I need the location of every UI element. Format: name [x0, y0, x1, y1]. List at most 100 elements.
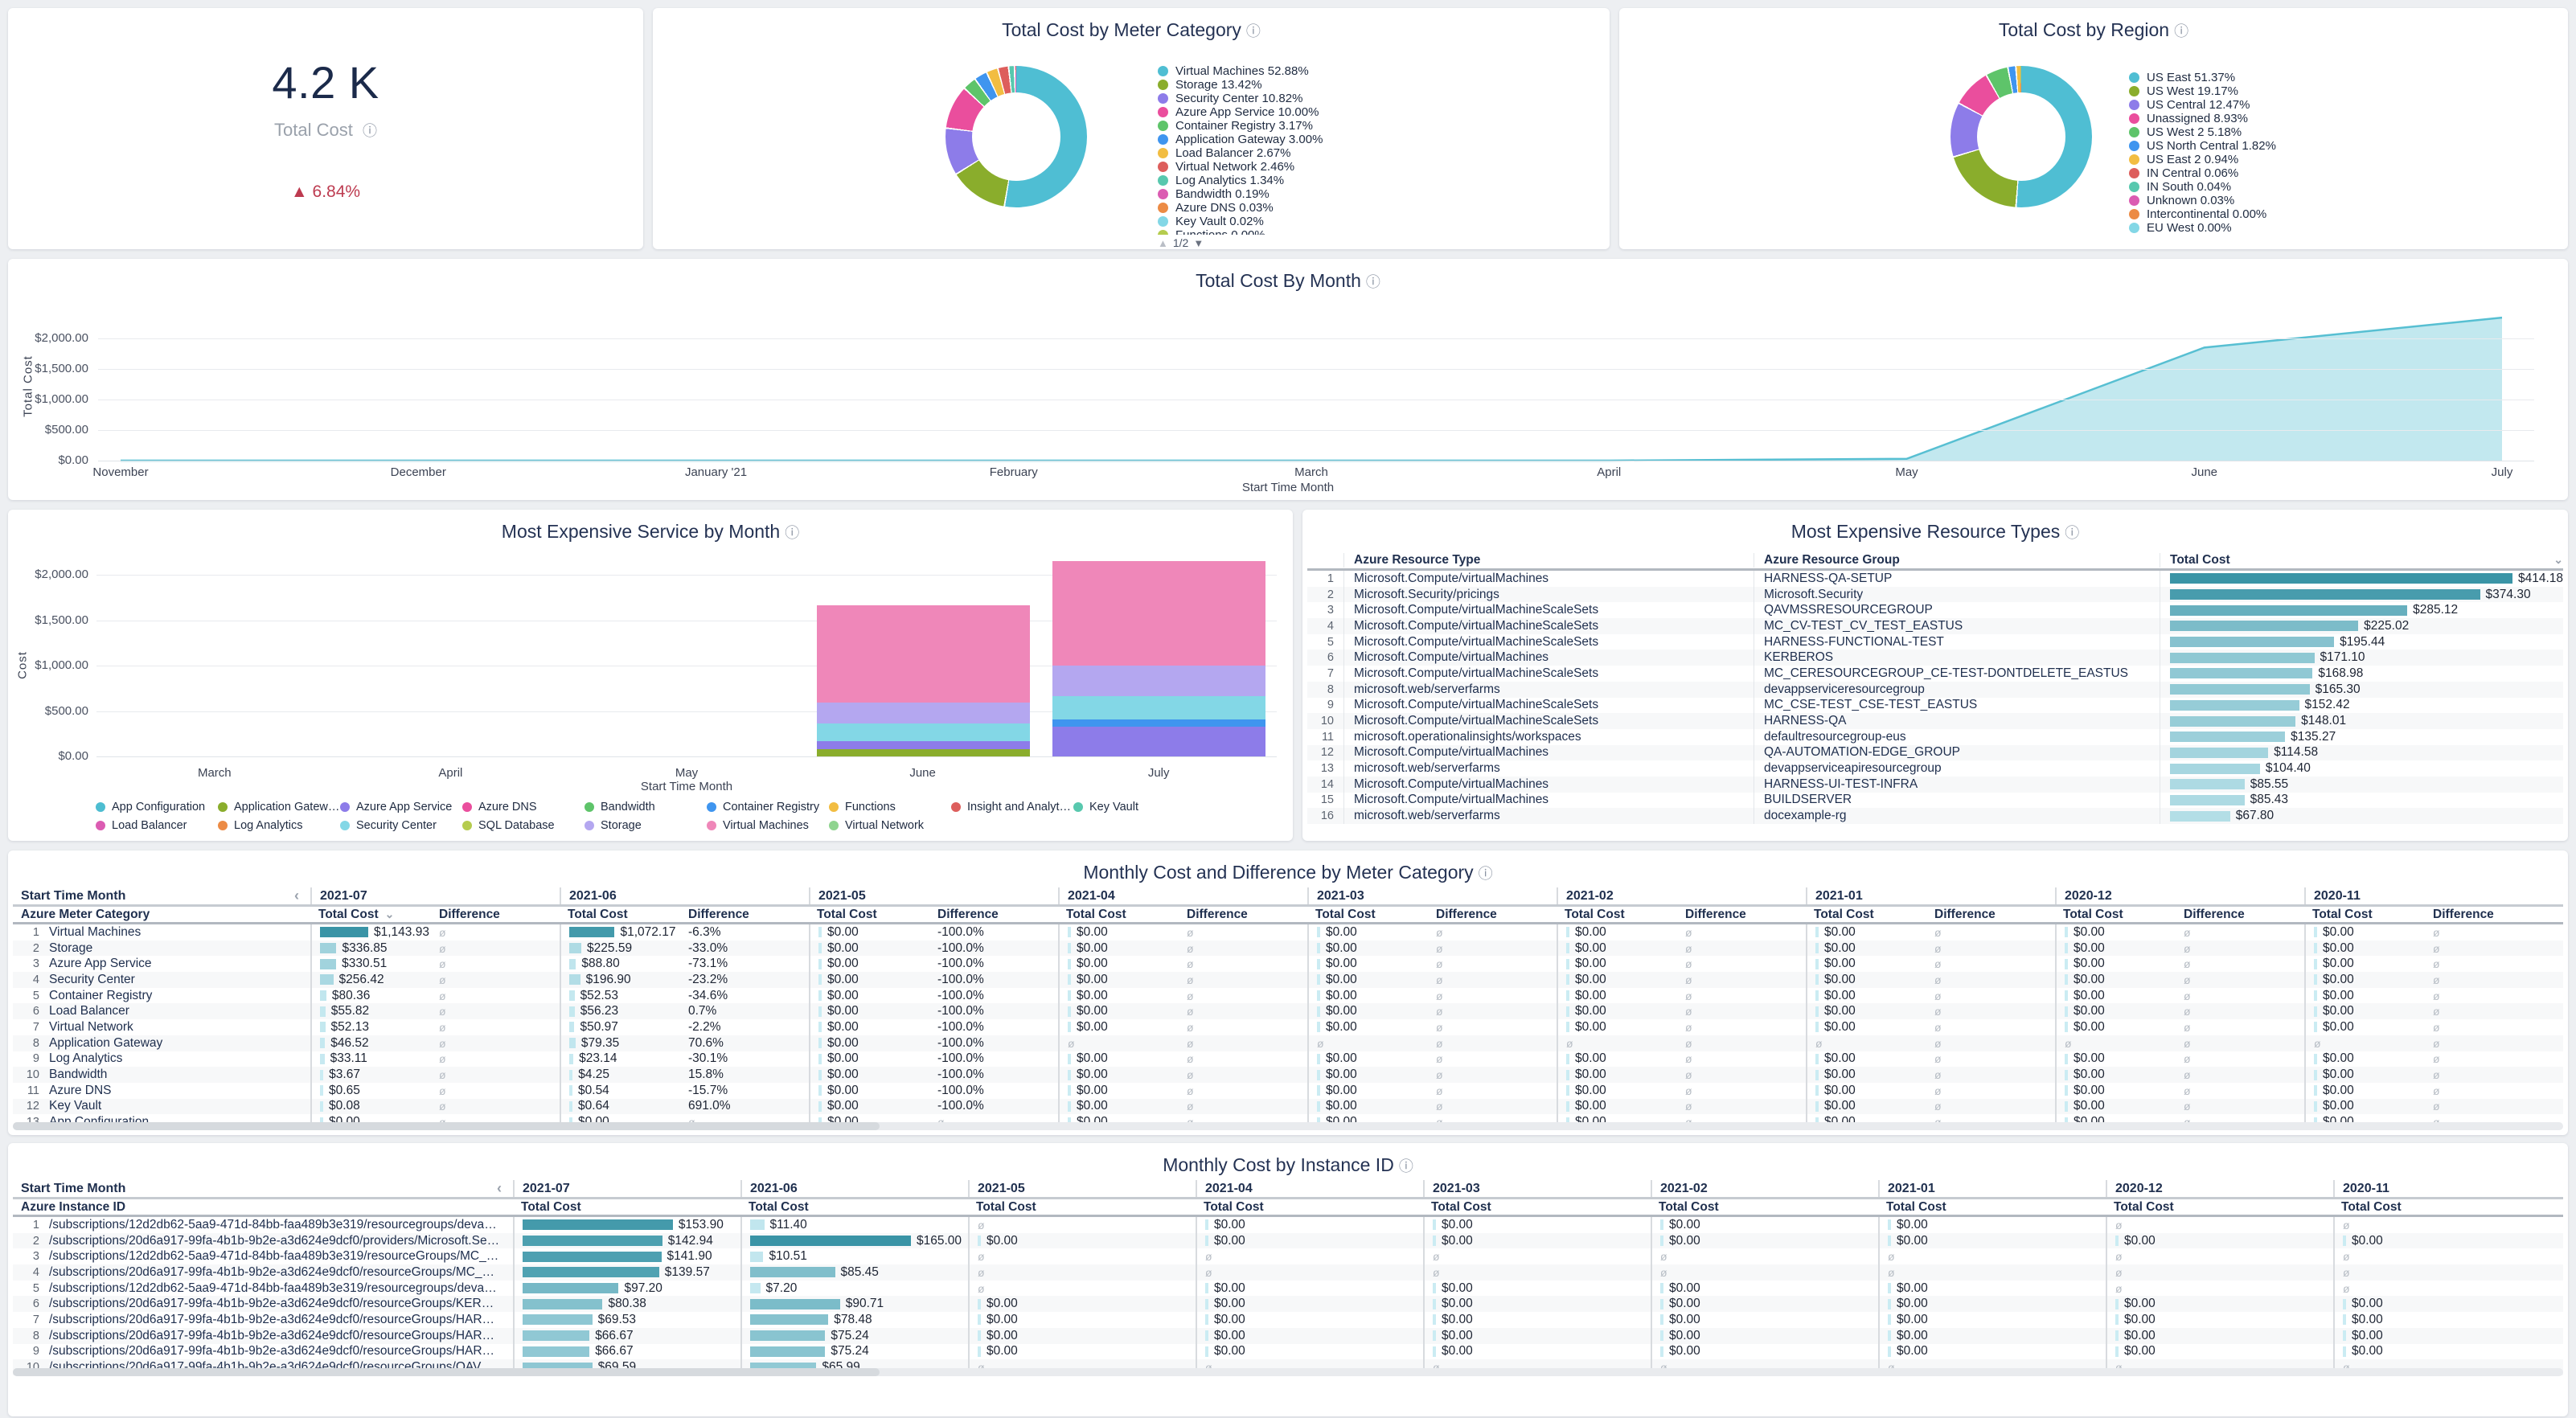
- difference-header[interactable]: Difference: [1179, 907, 1307, 922]
- cost-bar[interactable]: [1317, 927, 1320, 937]
- cost-bar[interactable]: [750, 1346, 825, 1357]
- cost-bar[interactable]: [1566, 927, 1569, 937]
- table-row[interactable]: 8/subscriptions/20d6a917-99fa-4b1b-9b2e-…: [13, 1328, 2563, 1344]
- cost-bar[interactable]: [320, 1101, 323, 1112]
- total-cost-header[interactable]: Total Cost: [1196, 1199, 1423, 1215]
- cost-bar[interactable]: [818, 1070, 822, 1080]
- legend-item[interactable]: EU West 0.00%: [2129, 221, 2467, 235]
- cost-bar[interactable]: [1205, 1314, 1208, 1325]
- legend-item[interactable]: US East 51.37%: [2129, 71, 2467, 84]
- month-header[interactable]: 2020-12: [2055, 887, 2304, 904]
- cost-bar[interactable]: [2314, 1054, 2317, 1064]
- cost-bar[interactable]: [1205, 1219, 1208, 1230]
- cost-bar[interactable]: [1888, 1219, 1891, 1230]
- cost-bar[interactable]: [1433, 1236, 1436, 1246]
- cost-bar[interactable]: [1815, 974, 1819, 985]
- cost-bar[interactable]: [1815, 959, 1819, 969]
- table-row[interactable]: 9Microsoft.Compute/virtualMachineScaleSe…: [1307, 698, 2563, 714]
- scrollbar-thumb[interactable]: [13, 1368, 880, 1376]
- difference-header[interactable]: Difference: [2176, 907, 2304, 922]
- legend-item[interactable]: US East 2 0.94%: [2129, 153, 2467, 166]
- table-row[interactable]: 4Microsoft.Compute/virtualMachineScaleSe…: [1307, 618, 2563, 634]
- cost-bar[interactable]: [569, 1006, 575, 1017]
- total-cost-header[interactable]: Total Cost: [2106, 1199, 2333, 1215]
- legend-item[interactable]: Unknown 0.03%: [2129, 194, 2467, 207]
- cost-bar[interactable]: [1068, 1054, 1071, 1064]
- cost-bar[interactable]: [750, 1330, 825, 1341]
- info-icon[interactable]: ⓘ: [1399, 1158, 1413, 1174]
- cost-bar[interactable]: [2065, 1054, 2068, 1064]
- legend-item[interactable]: Unassigned 8.93%: [2129, 112, 2467, 125]
- legend-item[interactable]: Load Balancer: [96, 819, 218, 832]
- cost-bar[interactable]: [2343, 1330, 2346, 1341]
- info-icon[interactable]: ⓘ: [1479, 866, 1493, 882]
- table-row[interactable]: 2/subscriptions/20d6a917-99fa-4b1b-9b2e-…: [13, 1233, 2563, 1249]
- legend-item[interactable]: Log Analytics 1.34%: [1158, 174, 1495, 187]
- legend-item[interactable]: Security Center 10.82%: [1158, 92, 1495, 105]
- cost-bar[interactable]: [2115, 1346, 2119, 1357]
- difference-header[interactable]: Difference: [1926, 907, 2055, 922]
- bar-segment[interactable]: [817, 723, 1030, 741]
- table-row[interactable]: 7/subscriptions/20d6a917-99fa-4b1b-9b2e-…: [13, 1312, 2563, 1328]
- cost-bar[interactable]: [818, 959, 822, 969]
- table-row[interactable]: 12Key Vault$0.08ø$0.64691.0%$0.00-100.0%…: [13, 1099, 2563, 1115]
- month-header[interactable]: 2021-07: [310, 887, 560, 904]
- cost-bar[interactable]: [1566, 1070, 1569, 1080]
- table-row[interactable]: 5/subscriptions/12d2db62-5aa9-471d-84bb-…: [13, 1281, 2563, 1297]
- total-cost-header[interactable]: Total Cost: [968, 1199, 1196, 1215]
- legend-item[interactable]: Azure App Service: [340, 801, 462, 814]
- legend-item[interactable]: Functions: [829, 801, 951, 814]
- cost-bar[interactable]: [1068, 927, 1071, 937]
- prev-month-chevron-icon[interactable]: ‹: [294, 887, 299, 904]
- cost-bar[interactable]: [2065, 990, 2068, 1001]
- legend-item[interactable]: Bandwidth: [585, 801, 707, 814]
- cost-bar[interactable]: [1566, 943, 1569, 953]
- cost-bar[interactable]: [1566, 959, 1569, 969]
- stacked-bar-plot[interactable]: $2,000.00$1,500.00$1,000.00$500.00$0.00M…: [96, 558, 1277, 756]
- legend-item[interactable]: US West 2 5.18%: [2129, 125, 2467, 139]
- table-row[interactable]: 12Microsoft.Compute/virtualMachinesQA-AU…: [1307, 745, 2563, 761]
- page-down-icon[interactable]: ▼: [1193, 237, 1204, 249]
- cost-bar[interactable]: [2170, 653, 2315, 663]
- cost-bar[interactable]: [2065, 1006, 2068, 1017]
- cost-bar[interactable]: [2065, 974, 2068, 985]
- legend-item[interactable]: Storage: [585, 819, 707, 832]
- cost-bar[interactable]: [2065, 1070, 2068, 1080]
- cost-bar[interactable]: [1660, 1299, 1663, 1309]
- cost-bar[interactable]: [1815, 1054, 1819, 1064]
- sort-chevron-icon[interactable]: ⌄: [385, 908, 395, 921]
- bar-segment[interactable]: [817, 605, 1030, 703]
- cost-bar[interactable]: [2314, 974, 2317, 985]
- table-row[interactable]: 11Azure DNS$0.65ø$0.54-15.7%$0.00-100.0%…: [13, 1083, 2563, 1099]
- difference-header[interactable]: Difference: [2425, 907, 2553, 922]
- cost-bar[interactable]: [1317, 1006, 1320, 1017]
- cost-bar[interactable]: [2170, 748, 2268, 758]
- month-header[interactable]: 2021-07: [513, 1180, 740, 1197]
- cost-bar[interactable]: [2115, 1314, 2119, 1325]
- cost-bar[interactable]: [2170, 668, 2312, 678]
- bar-segment[interactable]: [817, 741, 1030, 749]
- cost-bar[interactable]: [2314, 1101, 2317, 1112]
- cost-bar[interactable]: [523, 1346, 589, 1357]
- cost-bar[interactable]: [2314, 990, 2317, 1001]
- cost-bar[interactable]: [320, 943, 336, 953]
- cost-bar[interactable]: [1660, 1236, 1663, 1246]
- cost-bar[interactable]: [523, 1267, 659, 1277]
- cost-bar[interactable]: [978, 1314, 981, 1325]
- cost-bar[interactable]: [1815, 1085, 1819, 1096]
- cost-bar[interactable]: [1888, 1330, 1891, 1341]
- difference-header[interactable]: Difference: [680, 907, 809, 922]
- cost-bar[interactable]: [2170, 621, 2358, 631]
- cost-bar[interactable]: [2170, 716, 2295, 727]
- legend-item[interactable]: US North Central 1.82%: [2129, 139, 2467, 153]
- legend-item[interactable]: Functions 0.00%: [1158, 228, 1495, 235]
- total-cost-header[interactable]: Total Cost: [809, 907, 929, 922]
- cost-bar[interactable]: [523, 1299, 602, 1309]
- cost-bar[interactable]: [1068, 1085, 1071, 1096]
- bar-segment[interactable]: [1052, 719, 1265, 727]
- legend-item[interactable]: Application Gateway: [218, 801, 340, 814]
- cost-bar[interactable]: [1068, 1070, 1071, 1080]
- cost-bar[interactable]: [2065, 1085, 2068, 1096]
- cost-bar[interactable]: [1317, 974, 1320, 985]
- cost-bar[interactable]: [2115, 1299, 2119, 1309]
